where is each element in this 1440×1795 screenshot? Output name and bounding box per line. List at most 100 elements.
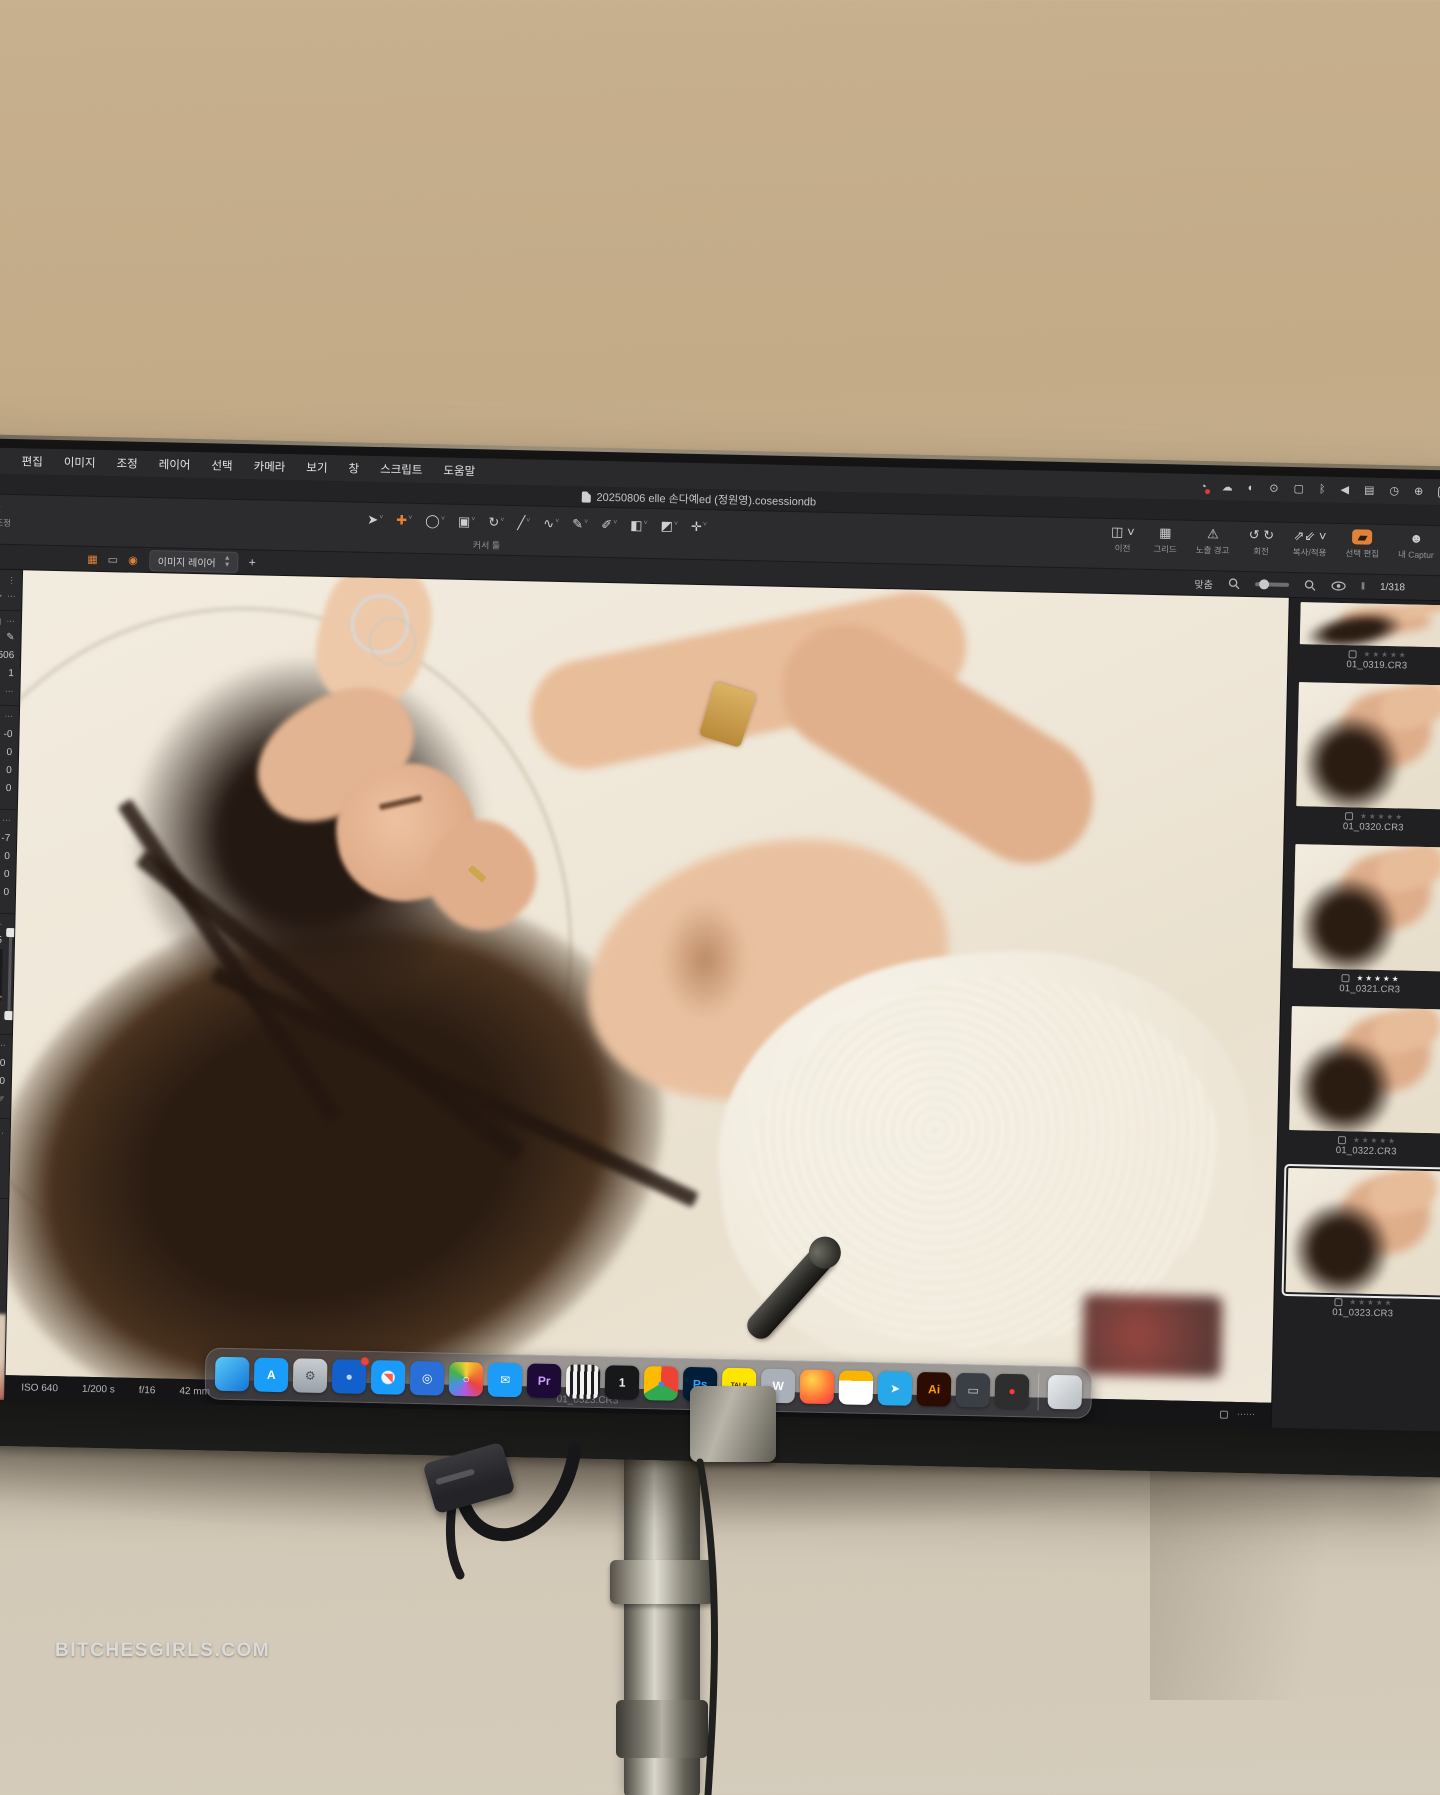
siri-icon[interactable]: ⊕: [1414, 486, 1423, 497]
dock-icon-notes[interactable]: [839, 1370, 874, 1405]
menu-보기[interactable]: 보기: [306, 459, 328, 475]
dock-icon-telegram[interactable]: ➤: [878, 1371, 913, 1406]
heal-tool[interactable]: ✛˅: [688, 517, 710, 537]
zoom-out-icon[interactable]: [1228, 578, 1240, 590]
exposure-warning-button[interactable]: ⚠노출 경고: [1196, 526, 1230, 557]
stepper-icon[interactable]: ▲▼: [224, 555, 231, 569]
gradient-tool[interactable]: ◩˅: [657, 516, 681, 537]
viewer-toggle-icon[interactable]: ▭: [108, 553, 119, 566]
browser-grid-icon[interactable]: ▦: [87, 552, 98, 565]
thumb-checkbox[interactable]: [1334, 1298, 1342, 1306]
select-checkbox[interactable]: [1220, 1410, 1228, 1418]
rating-dots[interactable]: ⋯⋯: [1237, 1409, 1255, 1420]
levels-slider[interactable]: [7, 928, 12, 1020]
add-layer-button[interactable]: +: [249, 555, 256, 569]
rotate-buttons[interactable]: ↺ ↻회전: [1248, 527, 1274, 558]
cursor-tool[interactable]: ➤˅: [364, 510, 386, 530]
proof-view-icon[interactable]: ◉: [128, 553, 138, 566]
layer-selector[interactable]: 이미지 레이어 ▲▼: [150, 550, 239, 573]
dock-icon-capture-pilot[interactable]: ◎: [410, 1361, 445, 1396]
thumb-checkbox[interactable]: [1345, 812, 1353, 820]
menu-스크립트[interactable]: 스크립트: [380, 461, 423, 478]
volume-icon[interactable]: ◀: [1340, 485, 1349, 496]
thumbnail-image[interactable]: [1285, 1168, 1440, 1295]
main-photo[interactable]: [6, 570, 1289, 1402]
fit-dropdown[interactable]: 맞춤: [1194, 575, 1213, 590]
menu-조정[interactable]: 조정: [116, 455, 138, 471]
dock-icon-app-store[interactable]: A: [254, 1358, 289, 1393]
cloud-icon[interactable]: ☁: [1222, 482, 1233, 493]
menu-이미지[interactable]: 이미지: [64, 454, 96, 471]
bluetooth-icon[interactable]: ᛒ: [1319, 484, 1326, 495]
record-target-icon[interactable]: ⊙: [1269, 483, 1278, 494]
dock-icon-finder[interactable]: [215, 1357, 250, 1392]
dock-icon-garageband[interactable]: [566, 1364, 601, 1399]
copy-apply-button[interactable]: ⇗⇙ ˅복사/적용: [1293, 528, 1327, 559]
color-section-icons[interactable]: ↶↷▤⋯: [0, 1038, 6, 1051]
panel-menu-icons[interactable]: ⋮: [0, 573, 16, 586]
hand-tool[interactable]: ✚˅: [393, 510, 415, 530]
star-rating[interactable]: ★ ★ ★ ★ ★: [1360, 813, 1402, 821]
stage-manager-icon[interactable]: ▤: [1364, 485, 1375, 496]
filmstrip-cell[interactable]: ★ ★ ★ ★ ★01_0319.CR3: [1298, 602, 1440, 672]
brush-tool[interactable]: ✐˅: [598, 515, 620, 535]
wb-eyedropper-icon[interactable]: ✎: [6, 632, 15, 643]
thumbnail-image[interactable]: [1296, 682, 1440, 809]
dock-icon-trash[interactable]: [1048, 1375, 1083, 1410]
restore-icon[interactable]: ◐: [1248, 482, 1255, 493]
dock-icon-settings[interactable]: ⚙: [293, 1358, 328, 1393]
capture-one-status-icon[interactable]: ◔: [1200, 481, 1207, 492]
panel-undo-icons[interactable]: ↶↷⋯: [0, 589, 16, 602]
dock-icon-premiere[interactable]: Pr: [527, 1363, 562, 1398]
display-icon[interactable]: ▢: [1293, 483, 1304, 494]
thumbnail-image[interactable]: [1289, 1006, 1440, 1133]
dock-icon-capture-one[interactable]: 1: [605, 1365, 640, 1400]
menu-카메라[interactable]: 카메라: [253, 458, 285, 475]
menu-선택[interactable]: 선택: [211, 457, 233, 473]
filmstrip-cell[interactable]: ★ ★ ★ ★ ★01_0323.CR3: [1284, 1168, 1440, 1320]
thumb-checkbox[interactable]: [1349, 650, 1357, 658]
menu-편집[interactable]: 편집: [21, 453, 43, 469]
thumb-checkbox[interactable]: [1341, 974, 1349, 982]
thumbnail-image[interactable]: [1299, 602, 1440, 647]
dock-icon-firefox[interactable]: [800, 1369, 835, 1404]
edit-selected-button[interactable]: ▰선택 편집: [1345, 529, 1379, 560]
dock-icon-display-app[interactable]: ▭: [956, 1373, 991, 1408]
menu-파일[interactable]: 파일: [0, 452, 1, 468]
exposure-section-icons[interactable]: ✎↶↷▤⋯: [0, 709, 13, 722]
my-capture-button[interactable]: ☻내 Captur: [1398, 530, 1434, 561]
filmstrip-cell[interactable]: ★ ★ ★ ★ ★01_0322.CR3: [1288, 1006, 1440, 1158]
dock-icon-record[interactable]: ●: [995, 1374, 1030, 1409]
curve-section-icons[interactable]: ↶↷▤⋯: [0, 1126, 4, 1139]
path-tool[interactable]: ∿˅: [540, 514, 562, 534]
straighten-tool[interactable]: ╱˅: [514, 513, 533, 533]
dock-icon-illustrator[interactable]: Ai: [917, 1372, 952, 1407]
eraser-tool[interactable]: ◧˅: [627, 515, 651, 536]
dock-icon-mail[interactable]: ✉: [488, 1363, 523, 1398]
pause-icon[interactable]: ‖: [1361, 581, 1365, 592]
filmstrip-cell[interactable]: ★ ★ ★ ★ ★01_0321.CR3: [1291, 844, 1440, 996]
dock-icon-safari[interactable]: ◥: [371, 1360, 406, 1395]
before-after-button[interactable]: ◫ ˅이전: [1111, 524, 1135, 555]
menu-레이어[interactable]: 레이어: [159, 456, 191, 473]
menu-창[interactable]: 창: [348, 460, 359, 476]
zoom-slider[interactable]: [1255, 582, 1289, 587]
star-rating[interactable]: ★ ★ ★ ★ ★: [1353, 1137, 1395, 1145]
star-rating[interactable]: ★ ★ ★ ★ ★: [1356, 975, 1398, 983]
menu-도움말[interactable]: 도움말: [443, 462, 475, 479]
thumbnail-image[interactable]: [1292, 844, 1440, 971]
dock-icon-chrome[interactable]: ●: [644, 1366, 679, 1401]
dock-icon-capture-camera[interactable]: ●: [332, 1359, 367, 1394]
grid-button[interactable]: ▦그리드: [1153, 525, 1177, 556]
dock-icon-photos[interactable]: ○: [449, 1362, 484, 1397]
pen-tool[interactable]: ✎˅: [569, 514, 591, 534]
hdr-section-icons[interactable]: ✎↶↷▤⋯: [0, 813, 11, 826]
rotate-tool[interactable]: ↻˅: [485, 512, 507, 532]
brush-icon[interactable]: ✐: [0, 1094, 5, 1105]
wb-section-icons[interactable]: ✎↶↷▤⋯: [0, 614, 15, 627]
levels-section-icons[interactable]: ✎↶↷▤⋯: [0, 917, 2, 930]
star-rating[interactable]: ★ ★ ★ ★ ★: [1364, 651, 1406, 659]
thumb-checkbox[interactable]: [1338, 1136, 1346, 1144]
eye-icon[interactable]: [1331, 581, 1346, 591]
loupe-tool[interactable]: ◯˅: [422, 511, 448, 532]
